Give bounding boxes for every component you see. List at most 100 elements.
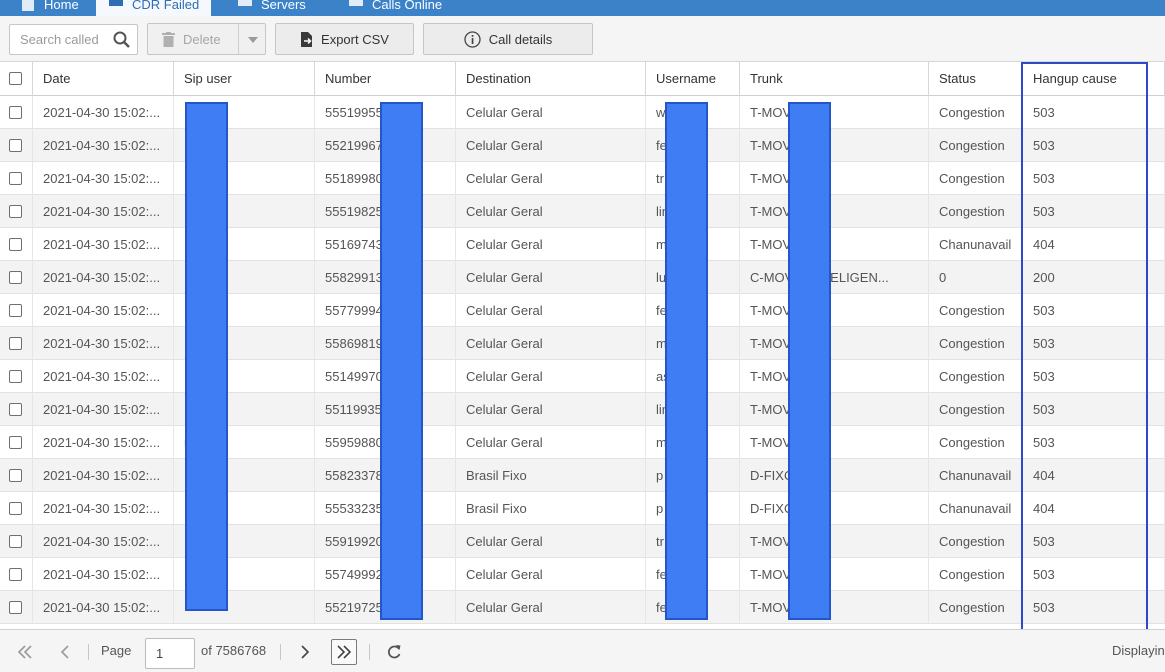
date-cell: 2021-04-30 15:02:... (33, 558, 174, 591)
table-row[interactable]: 2021-04-30 15:02:... 55119935 Celular Gera… (0, 393, 1165, 426)
row-checkbox[interactable] (9, 337, 22, 350)
table-row[interactable]: 2021-04-30 15:02:... 55219725 Celular Gera… (0, 591, 1165, 624)
row-checkbox[interactable] (9, 502, 22, 515)
table-row[interactable]: 2021-04-30 15:02:... 55779994 Celular Gera… (0, 294, 1165, 327)
row-select-cell (0, 492, 33, 525)
row-checkbox[interactable] (9, 403, 22, 416)
status-cell: Congestion (929, 195, 1023, 228)
tab-servers[interactable]: Servers (225, 0, 318, 16)
first-page-button[interactable] (12, 639, 38, 665)
pager-separator (280, 644, 281, 660)
column-header-status[interactable]: Status (929, 62, 1023, 96)
redaction-bar (788, 102, 831, 620)
column-header-date[interactable]: Date (33, 62, 174, 96)
destination-cell: Celular Geral (456, 261, 646, 294)
search-input[interactable] (10, 25, 110, 54)
chevron-down-icon[interactable] (248, 37, 258, 43)
hangup-cause-cell: 503 (1023, 96, 1165, 129)
double-chevron-left-icon (17, 645, 32, 659)
pager-separator (88, 644, 89, 660)
export-csv-button[interactable]: Export CSV (275, 23, 414, 55)
table-row[interactable]: 2021-04-30 15:02:... 55149970 Celular Gera… (0, 360, 1165, 393)
table-row[interactable]: 2021-04-30 15:02:... 55533235 Brasil Fixo p… (0, 492, 1165, 525)
row-checkbox[interactable] (9, 469, 22, 482)
date-cell: 2021-04-30 15:02:... (33, 195, 174, 228)
row-checkbox[interactable] (9, 304, 22, 317)
hangup-cause-cell: 503 (1023, 360, 1165, 393)
chevron-left-icon (60, 645, 69, 659)
next-page-button[interactable] (292, 639, 318, 665)
column-header-username[interactable]: Username (646, 62, 740, 96)
status-cell: Congestion (929, 294, 1023, 327)
row-checkbox[interactable] (9, 139, 22, 152)
tab-label: CDR Failed (132, 0, 200, 12)
row-select-cell (0, 558, 33, 591)
table-row[interactable]: 2021-04-30 15:02:... master55959880Celul… (0, 426, 1165, 459)
column-header-number[interactable]: Number (315, 62, 456, 96)
page-label: Page (101, 643, 132, 658)
page-number-input[interactable]: 1 (145, 638, 195, 669)
display-info-text: Displayin (1112, 643, 1165, 658)
hangup-cause-cell: 503 (1023, 558, 1165, 591)
row-checkbox[interactable] (9, 106, 22, 119)
table-row[interactable]: 2021-04-30 15:02:... 55919920 Celular Gera… (0, 525, 1165, 558)
page-count-label: of 7586768 (201, 643, 267, 658)
hangup-cause-cell: 404 (1023, 492, 1165, 525)
date-cell: 2021-04-30 15:02:... (33, 525, 174, 558)
row-select-cell (0, 525, 33, 558)
destination-cell: Celular Geral (456, 195, 646, 228)
status-cell: Chanunavail (929, 228, 1023, 261)
redaction-bar (185, 102, 228, 611)
table-row[interactable]: 2021-04-30 15:02:... 55829913 Celular Gera… (0, 261, 1165, 294)
row-checkbox[interactable] (9, 535, 22, 548)
table-row[interactable]: 2021-04-30 15:02:... 55749992 Celular Gera… (0, 558, 1165, 591)
table-row[interactable]: 2021-04-30 15:02:... 55169743 Celular Gera… (0, 228, 1165, 261)
row-select-cell (0, 294, 33, 327)
destination-cell: Celular Geral (456, 129, 646, 162)
trunk-cell: T-MOV (740, 96, 929, 129)
column-header-trunk[interactable]: Trunk (740, 62, 929, 96)
table-row[interactable]: 2021-04-30 15:02:... 55219967 Celular Gera… (0, 129, 1165, 162)
row-checkbox[interactable] (9, 370, 22, 383)
tab-calls-online[interactable]: Calls Online (336, 0, 454, 16)
chevron-right-icon (301, 645, 310, 659)
call-details-button[interactable]: Call details (423, 23, 593, 55)
tab-home[interactable]: Home (8, 0, 91, 16)
trunk-cell: T-MOV (740, 162, 929, 195)
status-cell: 0 (929, 261, 1023, 294)
hangup-cause-cell: 503 (1023, 129, 1165, 162)
grid-body: 2021-04-30 15:02:... 55519955 Celular Gera… (0, 96, 1165, 628)
column-header-hangup-cause[interactable]: Hangup cause (1023, 62, 1165, 96)
table-row[interactable]: 2021-04-30 15:02:... 55519825 Celular Gera… (0, 195, 1165, 228)
row-checkbox[interactable] (9, 601, 22, 614)
row-checkbox[interactable] (9, 172, 22, 185)
search-icon[interactable] (113, 31, 130, 48)
column-header-sip-user[interactable]: Sip user (174, 62, 315, 96)
last-page-button[interactable] (331, 639, 357, 665)
select-all-checkbox[interactable] (9, 72, 22, 85)
previous-page-button[interactable] (52, 639, 78, 665)
status-cell: Congestion (929, 393, 1023, 426)
row-checkbox[interactable] (9, 205, 22, 218)
row-checkbox[interactable] (9, 271, 22, 284)
column-header-destination[interactable]: Destination (456, 62, 646, 96)
table-row[interactable]: 2021-04-30 15:02:... 55823378 Brasil Fixo p… (0, 459, 1165, 492)
refresh-button[interactable] (381, 639, 407, 665)
table-row[interactable]: 2021-04-30 15:02:... 55189980 Celular Gera… (0, 162, 1165, 195)
table-row[interactable]: 2021-04-30 15:02:... 55869819 Celular Gera… (0, 327, 1165, 360)
status-cell: Congestion (929, 558, 1023, 591)
row-checkbox[interactable] (9, 238, 22, 251)
delete-button[interactable]: Delete (147, 23, 266, 55)
row-select-cell (0, 162, 33, 195)
row-select-cell (0, 129, 33, 162)
row-checkbox[interactable] (9, 436, 22, 449)
pager-separator (369, 644, 370, 660)
grid-header: Date Sip user Number Destination Usernam… (0, 62, 1165, 96)
status-cell: Congestion (929, 162, 1023, 195)
trunk-cell: T-MOV (740, 294, 929, 327)
table-row[interactable]: 2021-04-30 15:02:... 55519955 Celular Gera… (0, 96, 1165, 129)
row-checkbox[interactable] (9, 568, 22, 581)
tab-cdr-failed[interactable]: CDR Failed (96, 0, 212, 16)
destination-cell: Celular Geral (456, 591, 646, 624)
trunk-cell: T-MOV (740, 195, 929, 228)
